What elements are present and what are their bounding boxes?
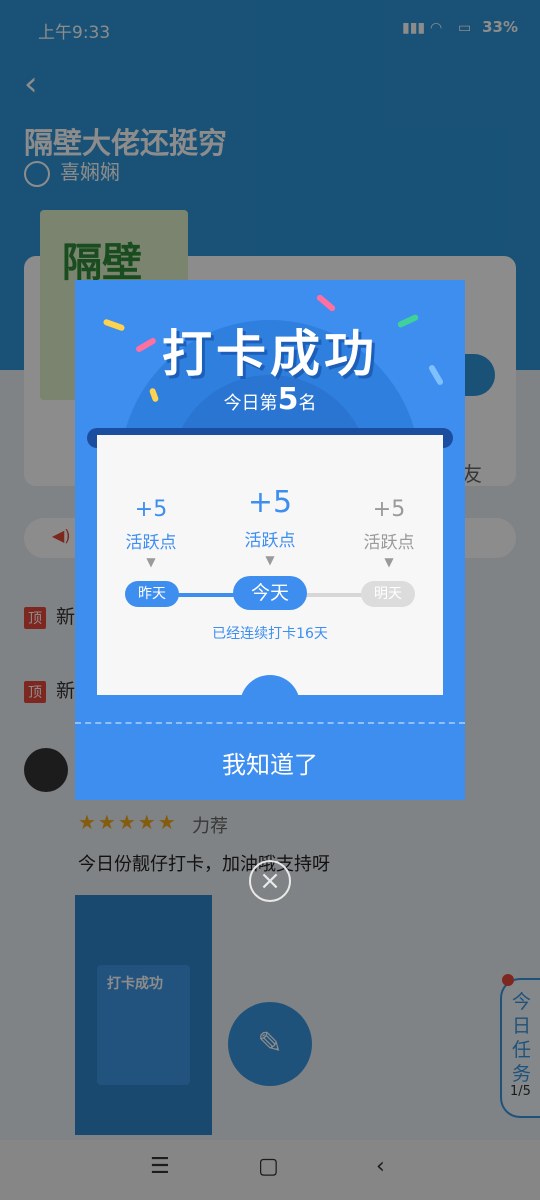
streak-text: 已经连续打卡16天: [212, 626, 328, 642]
day-column-tomorrow: +5 活跃点 ▼: [339, 497, 439, 569]
confetti-icon: [315, 293, 337, 313]
close-icon[interactable]: ×: [249, 860, 291, 902]
day-column-today: +5 活跃点 ▼: [220, 485, 320, 567]
points-value: +5: [372, 497, 406, 522]
points-label: 活跃点: [244, 531, 296, 551]
rank-suffix: 名: [298, 393, 317, 414]
points-label: 活跃点: [363, 533, 415, 553]
down-triangle-icon: ▼: [384, 555, 394, 569]
day-pill-tomorrow: 明天: [361, 581, 415, 607]
rank-line: 今日第5名: [75, 382, 465, 417]
ticket-notch: [240, 675, 300, 735]
dashed-divider: [75, 722, 465, 724]
checkin-card: +5 活跃点 ▼ +5 活跃点 ▼ +5 活跃点 ▼ 昨天 今天 明天 已经连续…: [97, 435, 443, 735]
rank-prefix: 今日第: [223, 393, 278, 414]
checkin-success-dialog: 打卡成功 今日第5名 +5 活跃点 ▼ +5 活跃点 ▼ +5 活跃点 ▼ 昨天…: [75, 280, 465, 800]
day-pill-yesterday: 昨天: [125, 581, 179, 607]
dialog-title: 打卡成功: [162, 325, 378, 383]
day-column-yesterday: +5 活跃点 ▼: [101, 497, 201, 569]
points-label: 活跃点: [125, 533, 177, 553]
day-pill-today: 今天: [233, 576, 307, 610]
points-value: +5: [247, 485, 293, 520]
down-triangle-icon: ▼: [265, 553, 275, 567]
down-triangle-icon: ▼: [146, 555, 156, 569]
ok-button[interactable]: 我知道了: [75, 740, 465, 790]
rank-value: 5: [277, 382, 299, 417]
points-value: +5: [134, 497, 168, 522]
